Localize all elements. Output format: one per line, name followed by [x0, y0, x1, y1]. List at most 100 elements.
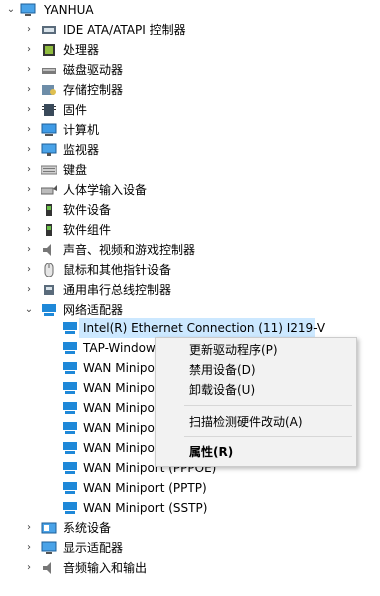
category-label: IDE ATA/ATAPI 控制器 — [63, 23, 186, 37]
network-adapter-icon — [42, 304, 56, 316]
menu-disable-device[interactable]: 禁用设备(D) — [156, 360, 356, 380]
chevron-right-icon[interactable]: › — [22, 60, 36, 80]
category-audio[interactable]: › 声音、视频和游戏控制器 — [0, 240, 380, 260]
category-network[interactable]: ⌄ 网络适配器 — [0, 300, 380, 320]
chevron-down-icon[interactable]: ⌄ — [22, 300, 36, 320]
category-mouse[interactable]: › 鼠标和其他指针设备 — [0, 260, 380, 280]
category-label: 计算机 — [63, 123, 100, 137]
network-adapter-icon — [63, 362, 77, 374]
menu-uninstall-device[interactable]: 卸载设备(U) — [156, 380, 356, 400]
category-display-adapter[interactable]: › 显示适配器 — [0, 538, 380, 558]
category-hid[interactable]: › 人体学输入设备 — [0, 180, 380, 200]
firmware-icon — [42, 104, 56, 116]
context-menu: 更新驱动程序(P) 禁用设备(D) 卸载设备(U) 扫描检测硬件改动(A) 属性… — [155, 337, 357, 467]
chevron-right-icon[interactable]: › — [22, 20, 36, 40]
category-label: 监视器 — [63, 143, 100, 157]
keyboard-icon — [41, 165, 57, 175]
chevron-right-icon[interactable]: › — [22, 160, 36, 180]
category-software-device[interactable]: › 软件设备 — [0, 200, 380, 220]
category-processor[interactable]: › 处理器 — [0, 40, 380, 60]
menu-item-label: 禁用设备(D) — [189, 363, 256, 377]
menu-item-label: 卸载设备(U) — [189, 383, 256, 397]
category-ide[interactable]: › IDE ATA/ATAPI 控制器 — [0, 20, 380, 40]
audio-icon — [43, 244, 51, 256]
processor-icon — [43, 44, 55, 56]
category-monitor[interactable]: › 监视器 — [0, 140, 380, 160]
system-device-icon — [41, 522, 57, 534]
network-adapter-icon — [63, 422, 77, 434]
ide-controller-icon — [42, 26, 56, 34]
software-component-icon — [46, 224, 52, 236]
chevron-right-icon[interactable]: › — [22, 40, 36, 60]
disk-drive-icon — [42, 68, 56, 74]
menu-item-label: 更新驱动程序(P) — [189, 343, 278, 357]
chevron-right-icon[interactable]: › — [22, 260, 36, 280]
category-label: 软件设备 — [63, 203, 112, 217]
chevron-right-icon[interactable]: › — [22, 180, 36, 200]
menu-item-label: 属性(R) — [189, 445, 234, 459]
chevron-right-icon[interactable]: › — [22, 120, 36, 140]
category-label: 声音、视频和游戏控制器 — [63, 243, 196, 257]
menu-scan-hardware[interactable]: 扫描检测硬件改动(A) — [156, 412, 356, 432]
menu-update-driver[interactable]: 更新驱动程序(P) — [156, 340, 356, 360]
network-adapter-icon — [63, 442, 77, 454]
root-label: YANHUA — [44, 3, 94, 17]
menu-item-label: 扫描检测硬件改动(A) — [189, 415, 303, 429]
category-disk[interactable]: › 磁盘驱动器 — [0, 60, 380, 80]
network-adapter-icon — [63, 322, 77, 334]
chevron-right-icon[interactable]: › — [22, 538, 36, 558]
storage-controller-icon — [42, 85, 56, 95]
category-label: 音频输入和输出 — [63, 561, 148, 575]
category-computer[interactable]: › 计算机 — [0, 120, 380, 140]
category-system[interactable]: › 系统设备 — [0, 518, 380, 538]
network-adapter-icon — [63, 482, 77, 494]
menu-properties[interactable]: 属性(R) — [156, 442, 356, 462]
category-usb[interactable]: › 通用串行总线控制器 — [0, 280, 380, 300]
network-adapter-icon — [63, 402, 77, 414]
category-label: 显示适配器 — [63, 541, 124, 555]
chevron-right-icon[interactable]: › — [22, 200, 36, 220]
chevron-right-icon[interactable]: › — [22, 558, 36, 578]
category-label: 人体学输入设备 — [63, 183, 148, 197]
category-label: 键盘 — [63, 163, 88, 177]
tree-root[interactable]: ⌄ YANHUA — [0, 0, 380, 20]
network-child-selected[interactable]: Intel(R) Ethernet Connection (11) I219-V — [63, 318, 325, 338]
computer-icon — [41, 123, 57, 136]
display-adapter-icon — [41, 541, 57, 554]
category-label: 网络适配器 — [63, 303, 124, 317]
category-audio-io[interactable]: › 音频输入和输出 — [0, 558, 380, 578]
chevron-down-icon[interactable]: ⌄ — [4, 0, 18, 20]
category-label: 处理器 — [63, 43, 100, 57]
category-storage[interactable]: › 存储控制器 — [0, 80, 380, 100]
network-child[interactable]: WAN Miniport (SSTP) — [0, 498, 380, 518]
category-label: 软件组件 — [63, 223, 112, 237]
menu-separator — [184, 405, 352, 406]
network-child[interactable]: WAN Miniport (PPTP) — [0, 478, 380, 498]
menu-separator — [184, 436, 352, 437]
chevron-right-icon[interactable]: › — [22, 80, 36, 100]
adapter-label: WAN Miniport (SSTP) — [83, 501, 208, 515]
category-software-component[interactable]: › 软件组件 — [0, 220, 380, 240]
category-label: 系统设备 — [63, 521, 112, 535]
category-label: 鼠标和其他指针设备 — [63, 263, 172, 277]
computer-root-icon — [20, 3, 36, 16]
category-label: 磁盘驱动器 — [63, 63, 124, 77]
category-label: 存储控制器 — [63, 83, 124, 97]
category-firmware[interactable]: › 固件 — [0, 100, 380, 120]
adapter-label: Intel(R) Ethernet Connection (11) I219-V — [83, 321, 326, 335]
chevron-right-icon[interactable]: › — [22, 220, 36, 240]
adapter-label: WAN Miniport (PPTP) — [83, 481, 207, 495]
chevron-right-icon[interactable]: › — [22, 140, 36, 160]
chevron-right-icon[interactable]: › — [22, 518, 36, 538]
category-keyboard[interactable]: › 键盘 — [0, 160, 380, 180]
network-adapter-icon — [63, 462, 77, 474]
software-device-icon — [46, 204, 52, 216]
chevron-right-icon[interactable]: › — [22, 240, 36, 260]
audio-io-icon — [43, 562, 51, 574]
hid-icon — [41, 185, 57, 195]
network-adapter-icon — [63, 342, 77, 354]
chevron-right-icon[interactable]: › — [22, 100, 36, 120]
chevron-right-icon[interactable]: › — [22, 280, 36, 300]
network-adapter-icon — [63, 382, 77, 394]
category-label: 通用串行总线控制器 — [63, 283, 172, 297]
